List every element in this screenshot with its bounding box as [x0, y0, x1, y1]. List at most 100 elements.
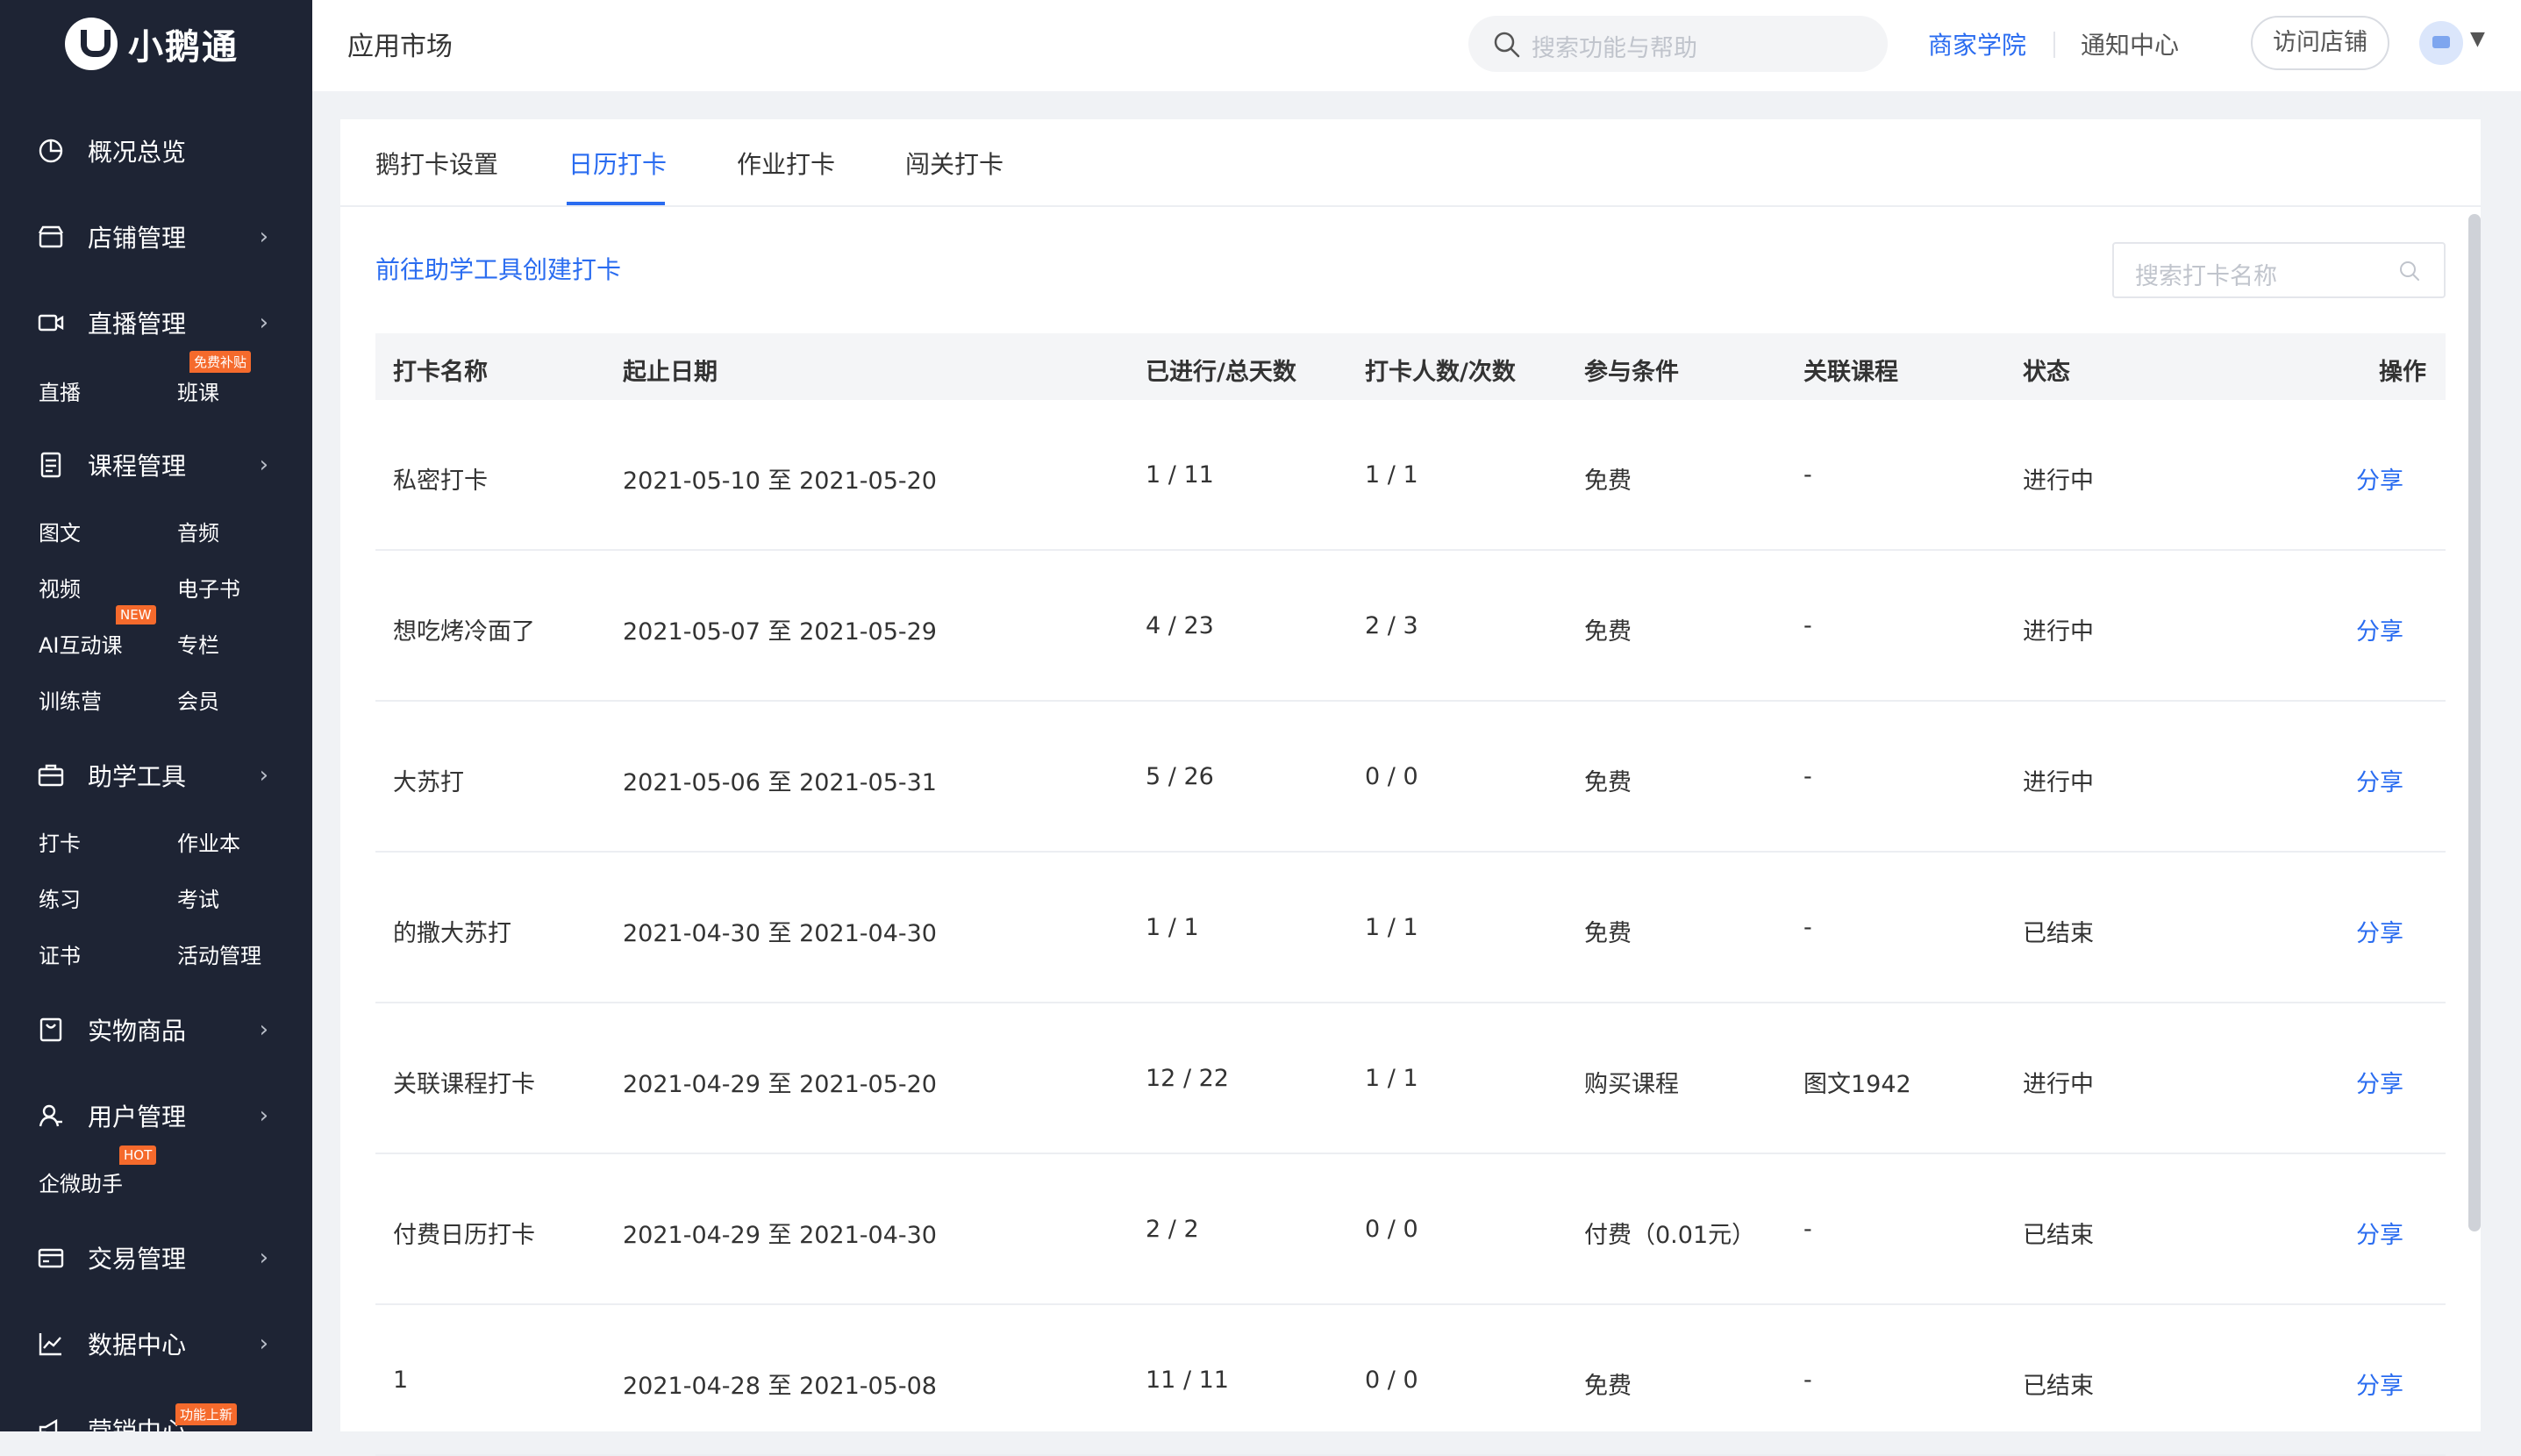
sidebar-subitem[interactable]: 练习	[39, 882, 81, 913]
checkin-table: 打卡名称 起止日期 已进行/总天数 打卡人数/次数 参与条件 关联课程 状态 操作 私密打卡 2…	[375, 333, 2446, 1456]
brand-name: 小鹅通	[128, 27, 239, 68]
sidebar-item[interactable]: 店铺管理 ›	[0, 211, 312, 263]
main-card: 鹅打卡设置 日历打卡 作业打卡 闯关打卡 前往助学工具创建打卡 搜索打卡名称 打…	[340, 119, 2481, 1456]
table-cell: 免费	[1584, 1373, 1632, 1400]
sidebar-subitem[interactable]: 专栏	[177, 628, 219, 659]
table-cell: 4 / 23	[1146, 612, 1214, 639]
chevron-right-icon: ›	[259, 310, 268, 336]
table-cell: 2021-04-29 至 2021-04-30	[623, 1222, 937, 1249]
visit-store-button[interactable]: 访问店铺	[2251, 16, 2389, 70]
credit-card-icon	[38, 1248, 64, 1268]
share-link[interactable]: 分享	[2356, 461, 2403, 496]
sidebar-subitem[interactable]: 电子书	[177, 572, 240, 603]
vertical-scrollbar[interactable]	[2468, 214, 2481, 1231]
sidebar-item-label: 课程管理	[88, 452, 187, 481]
sidebar-item[interactable]: 课程管理 ›	[0, 439, 312, 491]
search-placeholder: 搜索打卡名称	[2135, 263, 2277, 290]
tab-bar: 鹅打卡设置 日历打卡 作业打卡 闯关打卡	[340, 119, 2481, 207]
table-cell: 付费（0.01元）	[1584, 1222, 1756, 1249]
table-cell: 私密打卡	[393, 467, 488, 495]
table-cell: 已结束	[2023, 1373, 2094, 1400]
sidebar-group: 概况总览	[0, 125, 312, 177]
table-cell: 关联课程打卡	[393, 1071, 535, 1098]
line-chart-icon	[39, 1333, 61, 1356]
sidebar-badge: HOT	[119, 1146, 157, 1165]
sidebar-item[interactable]: 营销中心	[0, 1403, 312, 1431]
sidebar-subitem[interactable]: 打卡	[39, 826, 81, 857]
share-link[interactable]: 分享	[2356, 1216, 2403, 1250]
share-link[interactable]: 分享	[2356, 1367, 2403, 1401]
video-camera-icon	[38, 314, 64, 332]
share-link[interactable]: 分享	[2356, 914, 2403, 948]
sidebar-item-label: 数据中心	[88, 1331, 187, 1360]
sidebar-subitem[interactable]: 会员	[177, 684, 219, 715]
column-header: 打卡人数/次数	[1365, 359, 1516, 386]
notification-center-link[interactable]: 通知中心	[2081, 26, 2179, 61]
sidebar-subitem[interactable]: AI互动课	[39, 628, 123, 659]
sidebar-subitem[interactable]: 图文	[39, 516, 81, 546]
table-cell: 11 / 11	[1146, 1367, 1229, 1394]
global-search-input[interactable]: 搜索功能与帮助	[1468, 16, 1888, 72]
create-checkin-link[interactable]: 前往助学工具创建打卡	[375, 251, 621, 286]
table-cell: 进行中	[2023, 769, 2094, 796]
table-row: 想吃烤冷面了 2021-05-07 至 2021-05-29 4 / 23 2 / 3…	[375, 551, 2446, 702]
sidebar-item-label: 用户管理	[88, 1103, 187, 1131]
sidebar-subitem[interactable]: 直播	[39, 375, 81, 406]
chevron-down-icon[interactable]: ▼	[2470, 28, 2485, 50]
sidebar-item-label: 概况总览	[88, 138, 187, 167]
sidebar-subitem[interactable]: 考试	[177, 882, 219, 913]
sidebar-subitem[interactable]: 音频	[177, 516, 219, 546]
sidebar-item[interactable]: 数据中心 ›	[0, 1317, 312, 1370]
sidebar-subitem[interactable]: 作业本	[177, 826, 240, 857]
tab-calendar-checkin[interactable]: 日历打卡	[568, 146, 667, 181]
sidebar-item[interactable]: 概况总览	[0, 125, 312, 177]
table-cell: 1 / 1	[1146, 914, 1199, 941]
sidebar-subitem[interactable]: 班课	[177, 375, 219, 406]
table-cell: 1 / 1	[1365, 914, 1418, 941]
chevron-right-icon: ›	[259, 452, 268, 478]
sidebar-item[interactable]: 助学工具 ›	[0, 749, 312, 802]
share-link[interactable]: 分享	[2356, 763, 2403, 797]
sidebar-item-label: 实物商品	[88, 1017, 187, 1046]
table-cell: 大苏打	[393, 769, 464, 796]
table-cell: -	[1803, 1216, 1812, 1243]
sidebar-item[interactable]: 用户管理 ›	[0, 1089, 312, 1142]
table-cell: 2021-05-07 至 2021-05-29	[623, 618, 937, 646]
table-row: 大苏打 2021-05-06 至 2021-05-31 5 / 26 0 / 0 免费 -…	[375, 702, 2446, 853]
table-cell: 0 / 0	[1365, 1367, 1418, 1394]
goose-logo-icon	[65, 18, 118, 70]
share-link[interactable]: 分享	[2356, 612, 2403, 646]
document-icon	[40, 452, 61, 478]
active-tab-indicator	[567, 202, 665, 205]
sidebar-subitem[interactable]: 视频	[39, 572, 81, 603]
sidebar-subitem[interactable]: 企微助手	[39, 1167, 123, 1197]
brand-logo[interactable]: 小鹅通	[0, 0, 312, 88]
table-cell: 0 / 0	[1365, 1216, 1418, 1243]
chevron-right-icon: ›	[259, 762, 268, 789]
checkin-search-input[interactable]: 搜索打卡名称	[2112, 242, 2446, 298]
merchant-school-link[interactable]: 商家学院	[1928, 26, 2026, 61]
sidebar-subitem[interactable]: 活动管理	[177, 939, 261, 969]
megaphone-icon	[39, 1418, 58, 1431]
sidebar-subitem[interactable]: 训练营	[39, 684, 102, 715]
sidebar-group: 助学工具 ›	[0, 749, 312, 802]
sidebar-item[interactable]: 直播管理 ›	[0, 296, 312, 349]
sidebar-item-label: 店铺管理	[88, 224, 187, 253]
sidebar-subitem[interactable]: 证书	[39, 939, 81, 969]
table-cell: 免费	[1584, 618, 1632, 646]
table-header: 打卡名称 起止日期 已进行/总天数 打卡人数/次数 参与条件 关联课程 状态 操作	[375, 333, 2446, 400]
sidebar-item[interactable]: 交易管理 ›	[0, 1231, 312, 1284]
tab-goose-checkin-settings[interactable]: 鹅打卡设置	[375, 146, 498, 181]
tab-homework-checkin[interactable]: 作业打卡	[737, 146, 835, 181]
table-cell: -	[1803, 914, 1812, 941]
shopping-bag-icon	[39, 1017, 62, 1042]
table-cell: -	[1803, 1367, 1812, 1394]
table-cell: 的撒大苏打	[393, 920, 511, 947]
table-row: 关联课程打卡 2021-04-29 至 2021-05-20 12 / 22 1 / …	[375, 1003, 2446, 1154]
sidebar-badge: NEW	[116, 605, 156, 625]
table-cell: 1	[393, 1367, 409, 1394]
share-link[interactable]: 分享	[2356, 1065, 2403, 1099]
avatar[interactable]	[2419, 21, 2463, 65]
sidebar-item[interactable]: 实物商品 ›	[0, 1003, 312, 1056]
tab-level-checkin[interactable]: 闯关打卡	[905, 146, 1003, 181]
